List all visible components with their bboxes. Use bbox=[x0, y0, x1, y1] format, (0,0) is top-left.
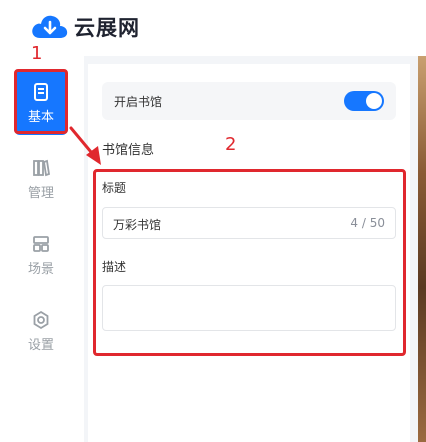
annotation-box-1 bbox=[14, 69, 68, 134]
brand-logo[interactable]: 云展网 bbox=[30, 12, 140, 42]
toggle-knob bbox=[366, 93, 382, 109]
app-header: 云展网 bbox=[0, 0, 426, 56]
annotation-box-2 bbox=[93, 169, 406, 356]
annotation-marker-2: 2 bbox=[225, 134, 237, 155]
open-library-toggle[interactable] bbox=[344, 91, 384, 111]
preview-image-edge bbox=[418, 56, 426, 442]
sidebar-item-label: 管理 bbox=[27, 185, 54, 201]
gear-icon bbox=[33, 310, 49, 329]
layout-icon bbox=[33, 235, 49, 252]
sidebar-item-settings[interactable]: 设置 bbox=[14, 299, 68, 363]
cloud-logo-icon bbox=[32, 15, 68, 38]
sidebar-item-manage[interactable]: 管理 bbox=[14, 147, 68, 211]
sidebar-item-label: 设置 bbox=[27, 337, 54, 353]
brand-name: 云展网 bbox=[74, 16, 140, 40]
section-title: 书馆信息 bbox=[102, 143, 155, 158]
books-icon bbox=[33, 159, 51, 176]
sidebar-item-scene[interactable]: 场景 bbox=[14, 223, 68, 287]
sidebar-item-label: 场景 bbox=[27, 261, 54, 277]
open-library-row: 开启书馆 bbox=[102, 82, 396, 120]
annotation-marker-1: 1 bbox=[31, 43, 43, 64]
open-library-label: 开启书馆 bbox=[114, 95, 163, 109]
